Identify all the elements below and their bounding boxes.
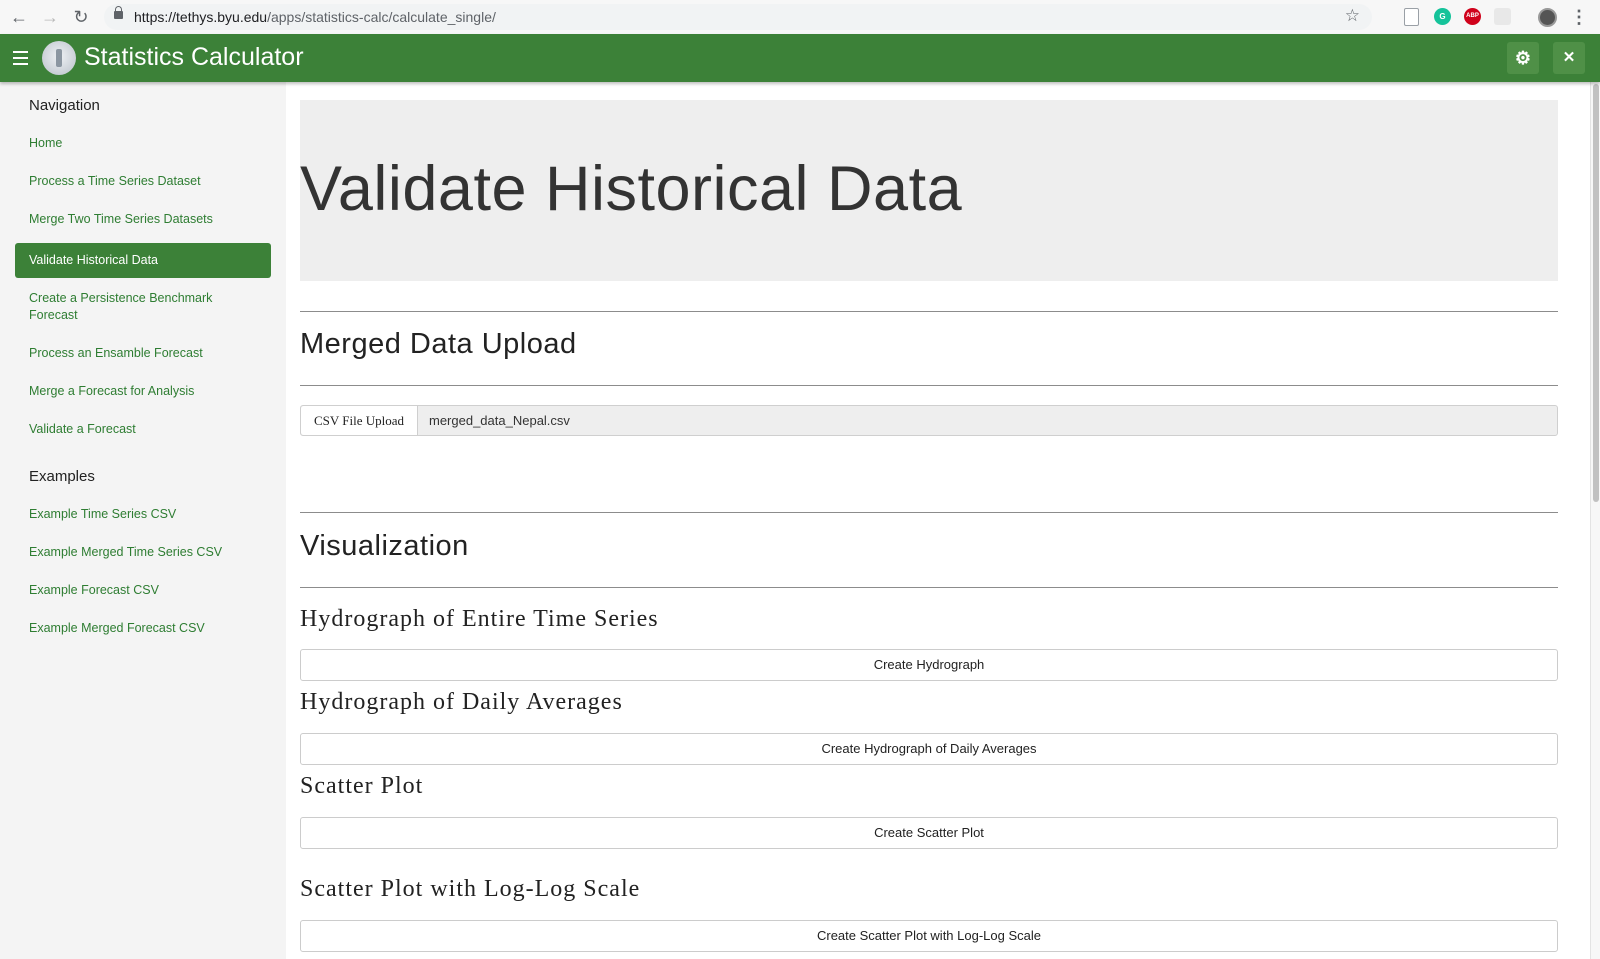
reload-icon[interactable]: ↻ xyxy=(70,6,92,28)
create-daily-averages-button[interactable]: Create Hydrograph of Daily Averages xyxy=(300,733,1558,765)
hydrograph-heading: Hydrograph of Entire Time Series xyxy=(300,606,659,632)
settings-gear-icon[interactable]: ⚙ xyxy=(1507,42,1539,74)
example-merged-forecast-link[interactable]: Example Merged Forecast CSV xyxy=(15,620,271,637)
page-banner: Validate Historical Data xyxy=(300,100,1558,281)
profile-avatar[interactable] xyxy=(1538,8,1557,27)
create-scatter-plot-button[interactable]: Create Scatter Plot xyxy=(300,817,1558,849)
visualization-title: Visualization xyxy=(300,530,469,562)
app-title[interactable]: Statistics Calculator xyxy=(84,43,304,72)
log-log-scatter-heading: Scatter Plot with Log-Log Scale xyxy=(300,876,641,902)
nav-item-merge-time-series[interactable]: Merge Two Time Series Datasets xyxy=(15,211,271,228)
examples-header: Examples xyxy=(29,468,95,485)
csv-upload-filename[interactable]: merged_data_Nepal.csv xyxy=(429,406,570,435)
nav-item-validate-forecast[interactable]: Validate a Forecast xyxy=(15,421,271,438)
create-hydrograph-button[interactable]: Create Hydrograph xyxy=(300,649,1558,681)
csv-file-upload[interactable]: CSV File Upload merged_data_Nepal.csv xyxy=(300,405,1558,436)
create-log-log-scatter-button[interactable]: Create Scatter Plot with Log-Log Scale xyxy=(300,920,1558,952)
divider xyxy=(300,587,1558,588)
example-merged-time-series-link[interactable]: Example Merged Time Series CSV xyxy=(15,544,271,561)
example-forecast-link[interactable]: Example Forecast CSV xyxy=(15,582,271,599)
csv-upload-label[interactable]: CSV File Upload xyxy=(301,406,418,435)
extension-icon[interactable] xyxy=(1494,8,1511,25)
main-content: Validate Historical Data Merged Data Upl… xyxy=(286,82,1590,959)
close-icon[interactable]: ✕ xyxy=(1553,42,1585,74)
example-time-series-link[interactable]: Example Time Series CSV xyxy=(15,506,271,523)
sidebar: Navigation Home Process a Time Series Da… xyxy=(0,82,286,959)
nav-item-merge-forecast[interactable]: Merge a Forecast for Analysis xyxy=(15,383,271,400)
url-path: /apps/statistics-calc/calculate_single/ xyxy=(267,9,496,25)
nav-item-home[interactable]: Home xyxy=(15,135,271,152)
page-title: Validate Historical Data xyxy=(300,154,963,224)
grammarly-icon[interactable]: G xyxy=(1434,8,1451,25)
scrollbar-thumb[interactable] xyxy=(1593,84,1599,502)
doc-icon[interactable] xyxy=(1404,8,1419,26)
lock-icon xyxy=(114,6,123,19)
divider xyxy=(300,311,1558,312)
nav-item-process-time-series[interactable]: Process a Time Series Dataset xyxy=(15,173,271,190)
nav-item-ensamble-forecast[interactable]: Process an Ensamble Forecast xyxy=(15,345,271,362)
bookmark-star-icon[interactable]: ☆ xyxy=(1345,6,1360,26)
forward-arrow-icon[interactable]: → xyxy=(39,6,61,28)
page-scrollbar[interactable] xyxy=(1590,82,1600,959)
upload-section-title: Merged Data Upload xyxy=(300,328,577,360)
hamburger-menu-icon[interactable] xyxy=(13,51,28,65)
navigation-header: Navigation xyxy=(29,97,100,114)
address-bar[interactable]: https://tethys.byu.edu/apps/statistics-c… xyxy=(104,4,1372,30)
url-host: https://tethys.byu.edu xyxy=(134,9,268,25)
adblock-icon[interactable]: ABP xyxy=(1464,8,1481,25)
back-arrow-icon[interactable]: ← xyxy=(8,6,30,28)
browser-menu-icon[interactable]: ⋮ xyxy=(1568,6,1590,28)
nav-item-persistence-forecast[interactable]: Create a Persistence Benchmark Forecast xyxy=(15,290,235,324)
app-header: Statistics Calculator ⚙ ✕ xyxy=(0,34,1600,82)
nav-item-validate-historical[interactable]: Validate Historical Data xyxy=(15,243,271,278)
browser-toolbar: ← → ↻ https://tethys.byu.edu/apps/statis… xyxy=(0,0,1600,35)
daily-averages-heading: Hydrograph of Daily Averages xyxy=(300,689,623,715)
address-url[interactable]: https://tethys.byu.edu/apps/statistics-c… xyxy=(134,9,496,25)
app-logo[interactable] xyxy=(42,41,76,75)
scatter-plot-heading: Scatter Plot xyxy=(300,773,424,799)
divider xyxy=(300,385,1558,386)
divider xyxy=(300,512,1558,513)
